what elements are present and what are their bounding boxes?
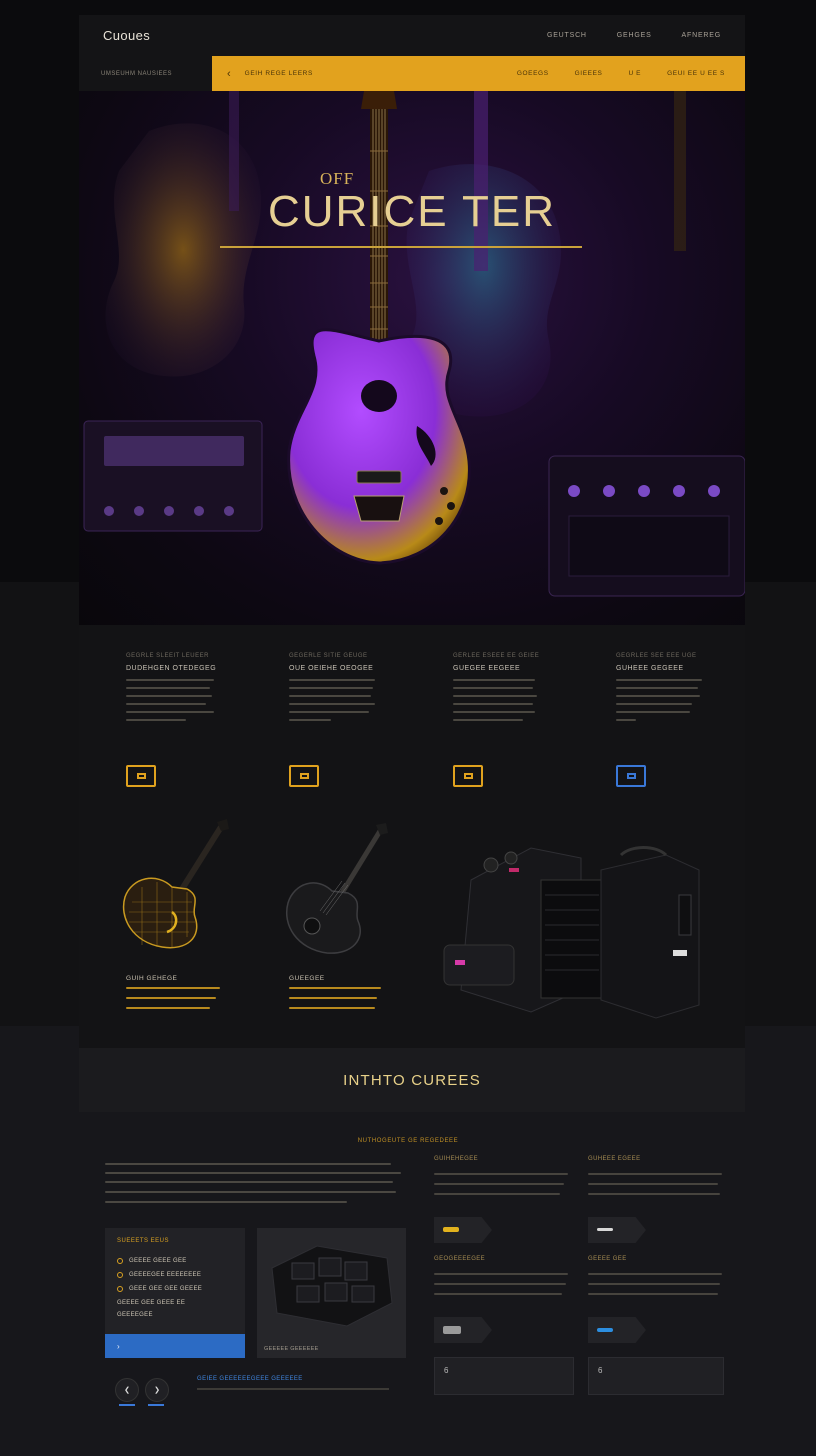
bullet-icon	[117, 1286, 123, 1292]
feature-kicker: GERLEE ESEEE EE GEIEE	[453, 653, 540, 659]
column-title-4: GEEEE GEE	[588, 1256, 627, 1262]
feature-heading: OUE OEIEHE OEOGEE	[289, 665, 374, 672]
sub-nav-link-4[interactable]: GEUI EE U EE S	[667, 70, 725, 77]
feature-card-4: GEGRLEE SEE EEE UGE GUHEEE GEGEEE	[616, 653, 726, 727]
tag-chip-icon	[597, 1228, 613, 1231]
tag-chip-1[interactable]	[434, 1217, 492, 1243]
chevron-left-icon[interactable]: ‹	[227, 68, 231, 80]
list-item[interactable]: GEEEEGEE EEEEEEEE	[117, 1272, 201, 1278]
hero-divider	[220, 246, 582, 248]
hero-title: CURICE TER	[267, 187, 557, 236]
sub-bar-accent: ‹ GEIH REGE LEERS GOEEGS GIEEES U E GEUI…	[212, 56, 745, 91]
list-card-action-button[interactable]: ›	[105, 1334, 245, 1358]
sub-bar: UMSEUHM NAUSIEES ‹ GEIH REGE LEERS GOEEG…	[79, 56, 745, 91]
tag-chip-4[interactable]	[588, 1317, 646, 1343]
bullet-icon	[117, 1272, 123, 1278]
list-card: SUEEETS EEUS GEEEE GEEE GEE GEEEEGEE EEE…	[105, 1228, 245, 1358]
top-nav: GEUTSCH GEHGES AFNEREG	[547, 32, 721, 39]
feature-button-3[interactable]	[453, 765, 483, 787]
feature-kicker: GEGRLE SLEEIT LEUEER	[126, 653, 209, 659]
nav-link-1[interactable]: GEUTSCH	[547, 32, 587, 39]
product-image-guitar-gold[interactable]	[117, 817, 235, 957]
feature-button-4[interactable]	[616, 765, 646, 787]
intro-header: INTHTO CUREES	[79, 1048, 745, 1112]
top-bar: Cuoues GEUTSCH GEHGES AFNEREG	[79, 15, 745, 56]
tag-chip-2[interactable]	[588, 1217, 646, 1243]
prev-button[interactable]: ❮	[115, 1378, 139, 1402]
list-item[interactable]: GEEE GEE GEE GEEEE	[117, 1286, 202, 1292]
intro-title: INTHTO CUREES	[343, 1071, 481, 1089]
paragraph-line	[105, 1181, 393, 1183]
column-title-2: GUHEEE EGEEE	[588, 1156, 641, 1162]
list-item[interactable]: GEEEE GEEE GEE	[117, 1258, 187, 1264]
input-box-1[interactable]: 6	[434, 1357, 574, 1395]
next-button[interactable]: ❯	[145, 1378, 169, 1402]
sub-nav-link-3[interactable]: U E	[628, 70, 641, 77]
image-card[interactable]: GEEEEE GEEEEEE	[257, 1228, 406, 1358]
product-name-1[interactable]: GUIH GEHEGE	[126, 975, 177, 982]
column-title-3: GEOGEEEEGEE	[434, 1256, 486, 1262]
feature-card-1: GEGRLE SLEEIT LEUEER DUDEHGEN OTEDEGEG	[126, 653, 236, 727]
page: Cuoues GEUTSCH GEHGES AFNEREG UMSEUHM NA…	[0, 0, 816, 1456]
paragraph-line	[105, 1191, 396, 1193]
list-item[interactable]: GEEEE GEE GEEE EE	[117, 1300, 185, 1306]
square-icon	[626, 773, 636, 779]
feature-card-3: GERLEE ESEEE EE GEIEE GUEGEE EEGEEE	[453, 653, 563, 727]
feature-kicker: GEGRLEE SEE EEE UGE	[616, 653, 697, 659]
product-name-2[interactable]: GUEEGEE	[289, 975, 325, 982]
next-indicator	[148, 1404, 164, 1406]
feature-heading: GUHEEE GEGEEE	[616, 665, 684, 672]
input-box-2[interactable]: 6	[588, 1357, 724, 1395]
tag-chip-icon	[443, 1326, 461, 1334]
hero-tag: OFF	[320, 169, 355, 188]
breadcrumb[interactable]: GEIH REGE LEERS	[245, 70, 517, 77]
sub-bar-label: UMSEUHM NAUSIEES	[79, 56, 212, 91]
bullet-icon	[117, 1258, 123, 1264]
feature-heading: DUDEHGEN OTEDEGEG	[126, 665, 217, 672]
feature-heading: GUEGEE EEGEEE	[453, 665, 521, 672]
tag-chip-icon	[597, 1328, 613, 1332]
sub-nav-link-2[interactable]: GIEEES	[575, 70, 603, 77]
hero-guitar-illustration	[83, 91, 745, 597]
prev-indicator	[119, 1404, 135, 1406]
paragraph-line	[105, 1201, 347, 1203]
product-image-amplifier[interactable]	[441, 840, 701, 1020]
tag-chip-3[interactable]	[434, 1317, 492, 1343]
intro-kicker: NUTHOGEUTE GE REGEDEEE	[357, 1138, 459, 1144]
product-image-guitar-black[interactable]	[282, 821, 392, 961]
nav-link-2[interactable]: GEHGES	[617, 32, 652, 39]
square-icon	[136, 773, 146, 779]
footer-subtext	[197, 1388, 389, 1390]
column-title-1: GUIHEHEGEE	[434, 1156, 479, 1162]
square-icon	[299, 773, 309, 779]
hero-banner: OFF CURICE TER	[79, 91, 745, 625]
paragraph-line	[105, 1172, 401, 1174]
footer-link[interactable]: GEIEE GEEEEEEGEEE GEEEEEE	[197, 1376, 303, 1382]
square-icon	[463, 773, 473, 779]
feature-button-1[interactable]	[126, 765, 156, 787]
sub-nav-link-1[interactable]: GOEEGS	[517, 70, 549, 77]
list-card-title: SUEEETS EEUS	[117, 1238, 170, 1244]
brand-logo[interactable]: Cuoues	[103, 28, 150, 43]
feature-card-2: GEGERLE SITIE GEUGE OUE OEIEHE OEOGEE	[289, 653, 399, 727]
device-image	[271, 1245, 393, 1327]
paragraph-line	[105, 1163, 391, 1165]
feature-button-2[interactable]	[289, 765, 319, 787]
features-section: GEGRLE SLEEIT LEUEER DUDEHGEN OTEDEGEG G…	[79, 625, 745, 1048]
sub-nav: GOEEGS GIEEES U E GEUI EE U EE S	[517, 70, 725, 77]
list-item[interactable]: GEEEEGEE	[117, 1312, 153, 1318]
feature-kicker: GEGERLE SITIE GEUGE	[289, 653, 368, 659]
tag-chip-icon	[443, 1227, 459, 1232]
nav-link-3[interactable]: AFNEREG	[682, 32, 721, 39]
image-card-caption: GEEEEE GEEEEEE	[264, 1346, 319, 1352]
